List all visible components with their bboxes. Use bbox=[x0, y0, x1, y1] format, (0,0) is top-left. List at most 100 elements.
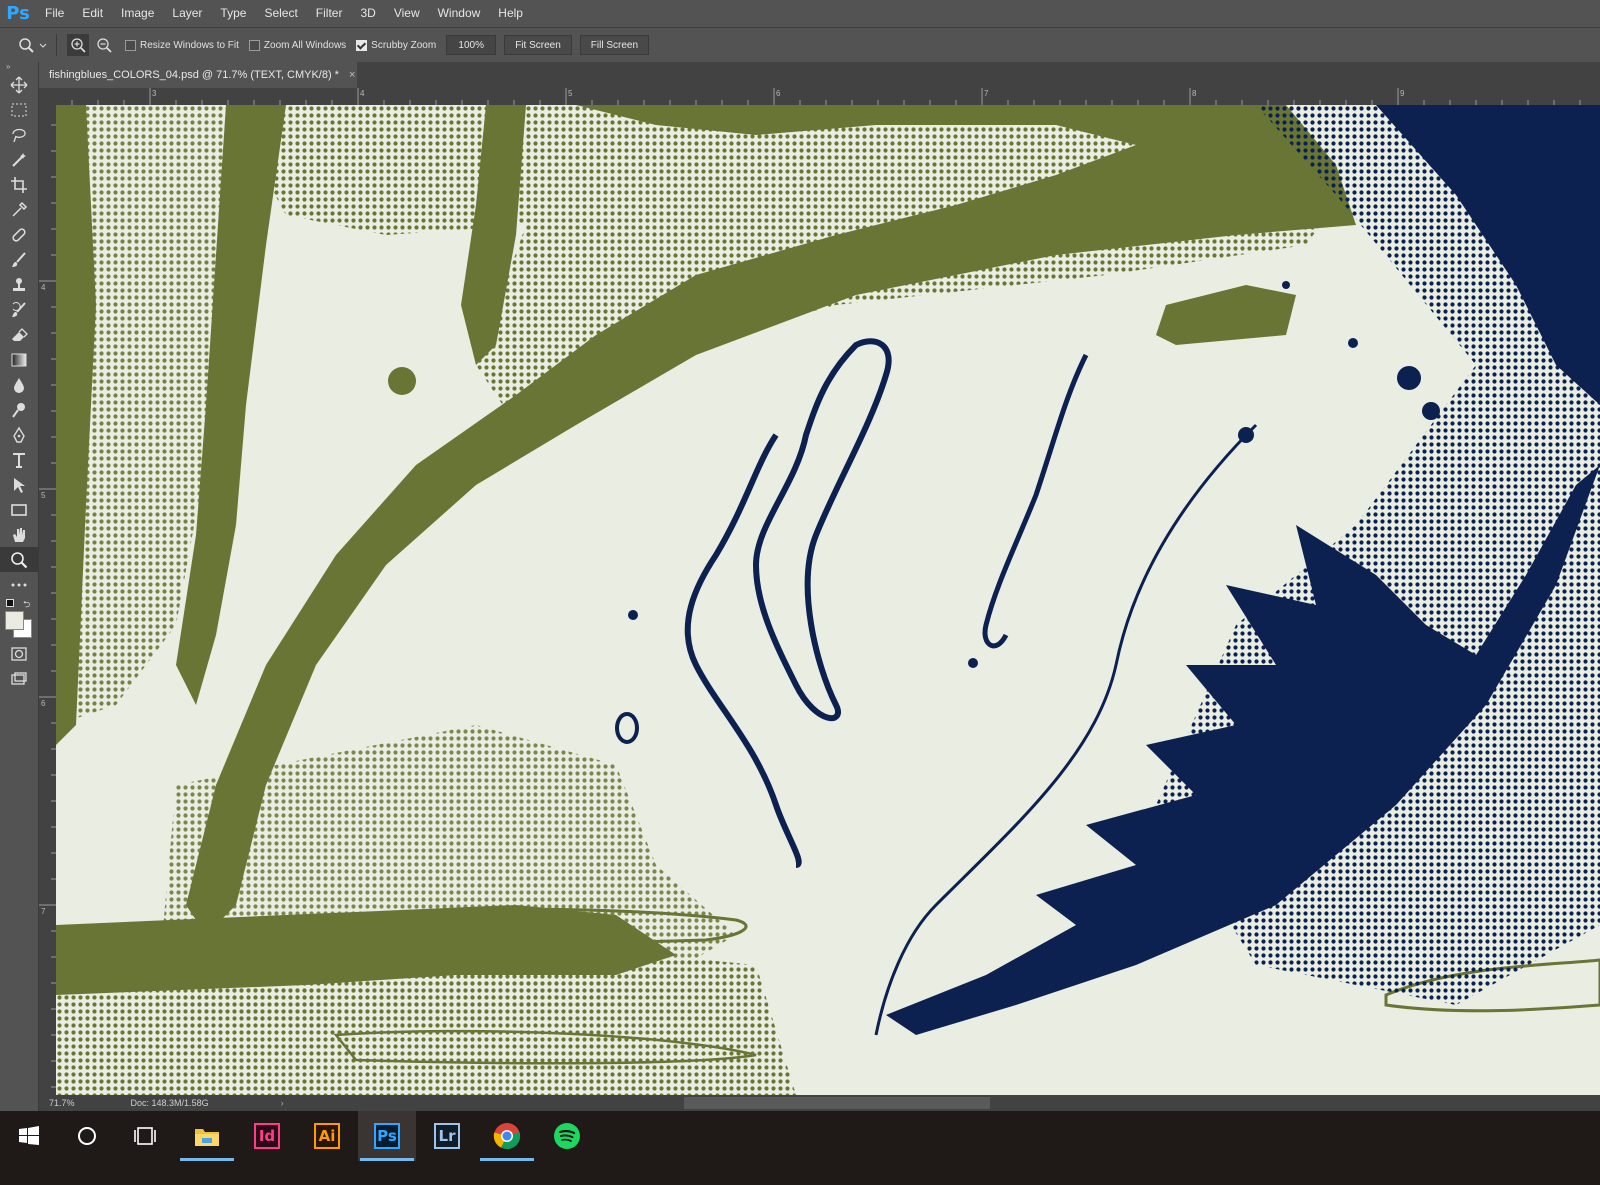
history-brush-icon bbox=[12, 301, 26, 317]
move-tool[interactable] bbox=[0, 72, 38, 97]
menu-view[interactable]: View bbox=[385, 0, 429, 27]
photoshop-icon: Ps bbox=[374, 1123, 400, 1149]
eraser-icon bbox=[12, 327, 28, 341]
eraser-tool[interactable] bbox=[0, 322, 38, 347]
clone-stamp-tool[interactable] bbox=[0, 272, 38, 297]
hand-tool[interactable] bbox=[0, 522, 38, 547]
screen-mode-button[interactable] bbox=[0, 666, 38, 691]
menu-help[interactable]: Help bbox=[489, 0, 532, 27]
taskbar-spotify[interactable] bbox=[538, 1111, 596, 1161]
taskbar-explorer[interactable] bbox=[178, 1111, 236, 1161]
windows-logo-icon bbox=[19, 1126, 39, 1145]
ruler-label: 3 bbox=[152, 89, 157, 98]
task-view-button[interactable] bbox=[116, 1111, 174, 1161]
olive-dot bbox=[388, 367, 416, 395]
taskbar-photoshop[interactable]: Ps bbox=[358, 1111, 416, 1161]
ruler-label: 5 bbox=[41, 491, 46, 500]
zoom-in-button[interactable] bbox=[67, 34, 89, 56]
zoom-tool[interactable] bbox=[0, 547, 38, 572]
tools-panel: » ⮌ bbox=[0, 62, 39, 1111]
history-brush-tool[interactable] bbox=[0, 297, 38, 322]
stamp-icon bbox=[13, 277, 25, 291]
fill-screen-button[interactable]: Fill Screen bbox=[579, 35, 650, 55]
document-tab[interactable]: fishingblues_COLORS_04.psd @ 71.7% (TEXT… bbox=[39, 62, 357, 88]
crop-tool[interactable] bbox=[0, 172, 38, 197]
navy-dot bbox=[1348, 338, 1358, 348]
horizontal-scrollbar-thumb[interactable] bbox=[683, 1097, 990, 1109]
eyedropper-tool[interactable] bbox=[0, 197, 38, 222]
cortana-button[interactable] bbox=[58, 1111, 116, 1161]
edit-toolbar-button[interactable] bbox=[0, 572, 38, 597]
zoom-icon bbox=[11, 551, 28, 568]
quick-select-tool[interactable] bbox=[0, 147, 38, 172]
taskbar-lightroom[interactable]: Lr bbox=[418, 1111, 476, 1161]
zoom-all-windows-checkbox[interactable]: Zoom All Windows bbox=[248, 39, 347, 51]
ruler-label: 6 bbox=[41, 699, 46, 708]
navy-oval bbox=[615, 712, 639, 744]
menu-select[interactable]: Select bbox=[255, 0, 306, 27]
taskbar-indesign[interactable]: Id bbox=[238, 1111, 296, 1161]
healing-brush-tool[interactable] bbox=[0, 222, 38, 247]
checkbox-label: Zoom All Windows bbox=[263, 39, 347, 51]
dodge-tool[interactable] bbox=[0, 397, 38, 422]
rectangle-tool[interactable] bbox=[0, 497, 38, 522]
zoom-out-button[interactable] bbox=[93, 34, 115, 56]
pen-tool[interactable] bbox=[0, 422, 38, 447]
checkbox-label: Resize Windows to Fit bbox=[140, 39, 239, 51]
crop-icon bbox=[11, 176, 27, 193]
document-canvas[interactable] bbox=[56, 105, 1600, 1095]
horizontal-ruler[interactable]: 3 4 5 6 7 8 9 bbox=[56, 88, 1600, 106]
swap-colors-icon[interactable]: ⮌ bbox=[23, 597, 30, 613]
menu-type[interactable]: Type bbox=[211, 0, 255, 27]
default-colors-icon[interactable] bbox=[6, 599, 14, 607]
brush-tool[interactable] bbox=[0, 247, 38, 272]
status-doc-size: Doc: 148.3M/1.58G bbox=[130, 1098, 209, 1108]
navy-dot bbox=[1238, 427, 1254, 443]
collapse-toolbar-icon[interactable]: » bbox=[0, 62, 38, 72]
start-button[interactable] bbox=[0, 1111, 58, 1161]
status-bar: 71.7% Doc: 148.3M/1.58G › bbox=[39, 1095, 1600, 1111]
resize-windows-checkbox[interactable]: Resize Windows to Fit bbox=[125, 39, 239, 51]
status-zoom[interactable]: 71.7% bbox=[49, 1098, 75, 1108]
lasso-tool[interactable] bbox=[0, 122, 38, 147]
arrow-pointer-icon bbox=[14, 477, 25, 493]
type-tool[interactable] bbox=[0, 447, 38, 472]
fit-screen-button[interactable]: Fit Screen bbox=[504, 35, 572, 55]
eyedropper-icon bbox=[12, 201, 28, 217]
menu-3d[interactable]: 3D bbox=[351, 0, 384, 27]
lasso-icon bbox=[12, 128, 26, 142]
gradient-icon bbox=[11, 353, 27, 366]
menu-image[interactable]: Image bbox=[112, 0, 163, 27]
menu-bar: Ps File Edit Image Layer Type Select Fil… bbox=[0, 0, 1600, 27]
indesign-icon: Id bbox=[254, 1123, 280, 1149]
path-selection-tool[interactable] bbox=[0, 472, 38, 497]
menu-edit[interactable]: Edit bbox=[73, 0, 112, 27]
document-title: fishingblues_COLORS_04.psd @ 71.7% (TEXT… bbox=[49, 69, 339, 81]
task-view-icon bbox=[134, 1127, 156, 1145]
vertical-ruler[interactable]: 4 5 6 7 bbox=[39, 105, 57, 1095]
taskbar-chrome[interactable] bbox=[478, 1111, 536, 1161]
quick-mask-button[interactable] bbox=[0, 641, 38, 666]
blur-tool[interactable] bbox=[0, 372, 38, 397]
ruler-origin[interactable] bbox=[39, 88, 56, 105]
color-swatches: ⮌ bbox=[0, 597, 38, 641]
scrubby-zoom-checkbox[interactable]: Scrubby Zoom bbox=[356, 39, 436, 51]
menu-layer[interactable]: Layer bbox=[163, 0, 211, 27]
taskbar-illustrator[interactable]: Ai bbox=[298, 1111, 356, 1161]
photoshop-logo: Ps bbox=[6, 3, 30, 24]
screen-mode-icon bbox=[11, 671, 27, 685]
checkbox-box bbox=[125, 39, 136, 51]
marquee-tool[interactable] bbox=[0, 97, 38, 122]
ruler-ticks bbox=[39, 124, 56, 1088]
gradient-tool[interactable] bbox=[0, 347, 38, 372]
menu-window[interactable]: Window bbox=[429, 0, 490, 27]
tool-preset-picker[interactable] bbox=[16, 34, 50, 56]
status-menu-arrow-icon[interactable]: › bbox=[281, 1098, 284, 1108]
zoom-percent-field[interactable]: 100% bbox=[446, 35, 497, 55]
foreground-color-swatch[interactable] bbox=[5, 611, 24, 630]
close-tab-icon[interactable]: × bbox=[349, 69, 355, 81]
zoom-in-icon bbox=[71, 38, 86, 53]
menu-file[interactable]: File bbox=[36, 0, 73, 27]
document-tab-bar: fishingblues_COLORS_04.psd @ 71.7% (TEXT… bbox=[39, 62, 1600, 88]
menu-filter[interactable]: Filter bbox=[307, 0, 352, 27]
